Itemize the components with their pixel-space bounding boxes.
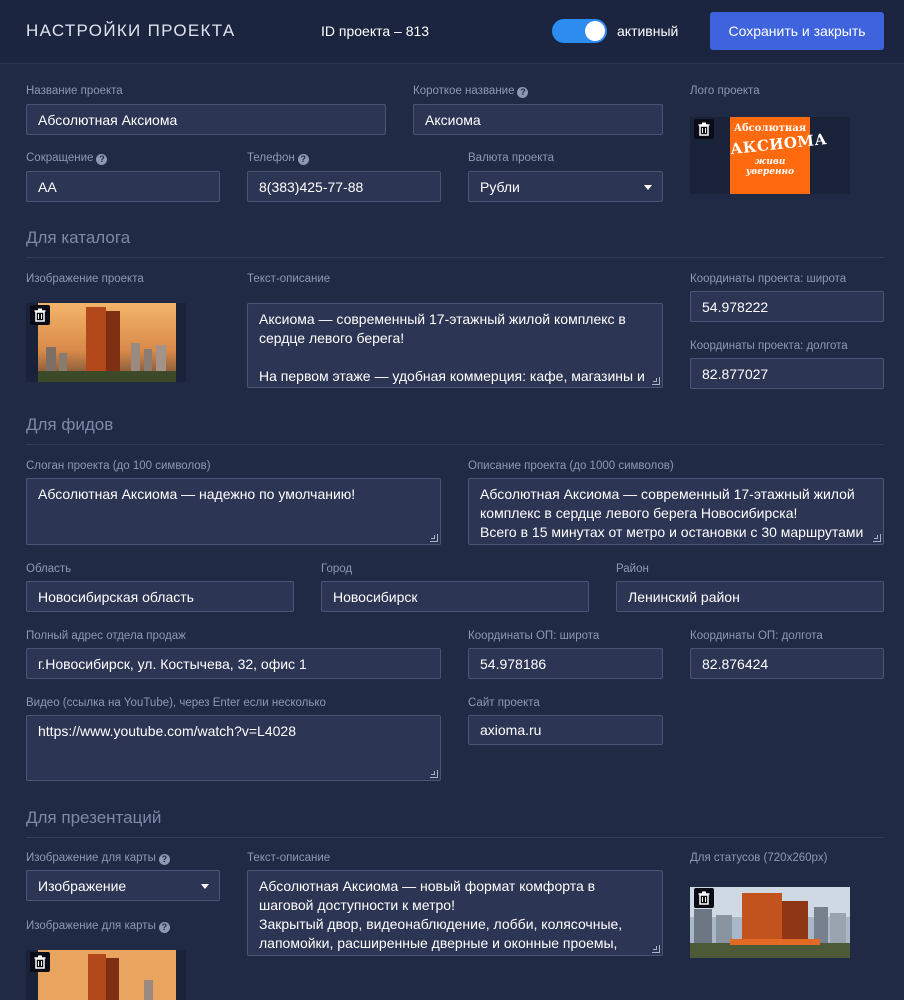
logo-label: Лого проекта (690, 85, 760, 97)
project-image-preview (26, 303, 186, 382)
resize-handle-icon[interactable] (430, 770, 438, 778)
city-label: Город (321, 563, 353, 575)
chevron-down-icon (644, 184, 652, 190)
divider (26, 837, 884, 838)
currency-label: Валюта проекта (468, 152, 554, 164)
divider (26, 257, 884, 258)
logo-text-2: АКСИОМА (729, 130, 829, 159)
map-image-preview (26, 950, 186, 1000)
slogan-textarea[interactable]: Абсолютная Аксиома — надежно по умолчани… (26, 478, 441, 545)
feed-description-text: Абсолютная Аксиома — современный 17-этаж… (480, 486, 864, 544)
region-label: Область (26, 563, 72, 575)
help-icon[interactable]: ? (158, 922, 170, 933)
status-image-label: Для статусов (720x260px) (690, 852, 828, 864)
project-id: ID проекта – 813 (321, 23, 430, 39)
feed-description-textarea[interactable]: Абсолютная Аксиома — современный 17-этаж… (468, 478, 884, 545)
presentations-section-title: Для презентаций (26, 808, 162, 827)
trash-icon[interactable] (30, 952, 50, 972)
site-label: Сайт проекта (468, 697, 540, 709)
op-lng-label: Координаты ОП: долгота (690, 630, 823, 642)
status-image-preview (690, 887, 850, 958)
resize-handle-icon[interactable] (652, 945, 660, 953)
site-input[interactable]: axioma.ru (468, 715, 663, 745)
trash-icon[interactable] (694, 888, 714, 908)
logo-text-3: живи (754, 157, 786, 167)
project-lat-label: Координаты проекта: широта (690, 273, 847, 285)
help-icon[interactable]: ? (96, 154, 108, 165)
project-name-label: Название проекта (26, 85, 123, 97)
chevron-down-icon (201, 883, 209, 889)
district-input[interactable]: Ленинский район (616, 581, 884, 612)
abbr-label: Сокращение? (26, 152, 108, 165)
map-image-label: Изображение для карты? (26, 920, 170, 933)
video-text: https://www.youtube.com/watch?v=L4028 (38, 723, 296, 739)
resize-handle-icon[interactable] (430, 534, 438, 542)
catalog-description-label: Текст-описание (247, 273, 331, 285)
map-building-photo (38, 950, 176, 1000)
address-input[interactable]: г.Новосибирск, ул. Костычева, 32, офис 1 (26, 648, 441, 679)
district-label: Район (616, 563, 649, 575)
project-lng-label: Координаты проекта: долгота (690, 340, 848, 352)
phone-label: Телефон? (247, 152, 309, 165)
help-icon[interactable]: ? (158, 854, 170, 865)
phone-input[interactable]: 8(383)425-77-88 (247, 171, 441, 202)
slogan-label: Слоган проекта (до 100 символов) (26, 460, 211, 472)
trash-icon[interactable] (694, 119, 714, 139)
status-building-photo (690, 887, 850, 958)
project-name-input[interactable]: Абсолютная Аксиома (26, 104, 386, 135)
resize-handle-icon[interactable] (652, 377, 660, 385)
catalog-description-textarea[interactable]: Аксиома — современный 17-этажный жилой к… (247, 303, 663, 388)
op-lng-input[interactable]: 82.876424 (690, 648, 884, 679)
feed-description-label: Описание проекта (до 1000 символов) (468, 460, 674, 472)
city-input[interactable]: Новосибирск (321, 581, 589, 612)
feeds-section-title: Для фидов (26, 415, 114, 434)
op-lat-input[interactable]: 54.978186 (468, 648, 663, 679)
project-lng-input[interactable]: 82.877027 (690, 358, 884, 389)
catalog-description-text: Аксиома — современный 17-этажный жилой к… (259, 311, 645, 384)
short-name-label: Короткое название? (413, 85, 529, 98)
logo-preview: Абсолютная АКСИОМА живи уверенно (690, 117, 850, 194)
region-input[interactable]: Новосибирская область (26, 581, 294, 612)
slogan-text: Абсолютная Аксиома — надежно по умолчани… (38, 486, 356, 502)
building-photo (38, 303, 176, 382)
divider (26, 444, 884, 445)
video-textarea[interactable]: https://www.youtube.com/watch?v=L4028 (26, 715, 441, 781)
map-image-select-label: Изображение для карты? (26, 852, 170, 865)
resize-handle-icon[interactable] (873, 534, 881, 542)
currency-select[interactable]: Рубли (468, 171, 663, 202)
catalog-section-title: Для каталога (26, 228, 131, 247)
presentation-description-textarea[interactable]: Абсолютная Аксиома — новый формат комфор… (247, 870, 663, 956)
toggle-knob (585, 21, 605, 41)
address-label: Полный адрес отдела продаж (26, 630, 186, 642)
video-label: Видео (ссылка на YouTube), через Enter е… (26, 697, 326, 709)
help-icon[interactable]: ? (297, 154, 309, 165)
abbr-input[interactable]: АА (26, 171, 220, 202)
short-name-input[interactable]: Аксиома (413, 104, 663, 135)
active-toggle[interactable] (552, 19, 607, 43)
presentation-description-label: Текст-описание (247, 852, 331, 864)
presentation-description-text: Абсолютная Аксиома — новый формат комфор… (259, 878, 623, 955)
project-lat-input[interactable]: 54.978222 (690, 291, 884, 322)
trash-icon[interactable] (30, 305, 50, 325)
logo-text-4: уверенно (745, 167, 795, 177)
op-lat-label: Координаты ОП: широта (468, 630, 600, 642)
map-image-select-value: Изображение (38, 877, 127, 894)
page-title: НАСТРОЙКИ ПРОЕКТА (26, 21, 236, 40)
page-header: НАСТРОЙКИ ПРОЕКТА ID проекта – 813 актив… (0, 0, 904, 64)
help-icon[interactable]: ? (517, 87, 529, 98)
currency-value: Рубли (480, 178, 520, 195)
project-image-label: Изображение проекта (26, 273, 144, 285)
project-logo: Абсолютная АКСИОМА живи уверенно (729, 117, 829, 194)
active-toggle-label: активный (617, 23, 679, 39)
save-and-close-button[interactable]: Сохранить и закрыть (710, 12, 884, 50)
map-image-select[interactable]: Изображение (26, 870, 220, 901)
